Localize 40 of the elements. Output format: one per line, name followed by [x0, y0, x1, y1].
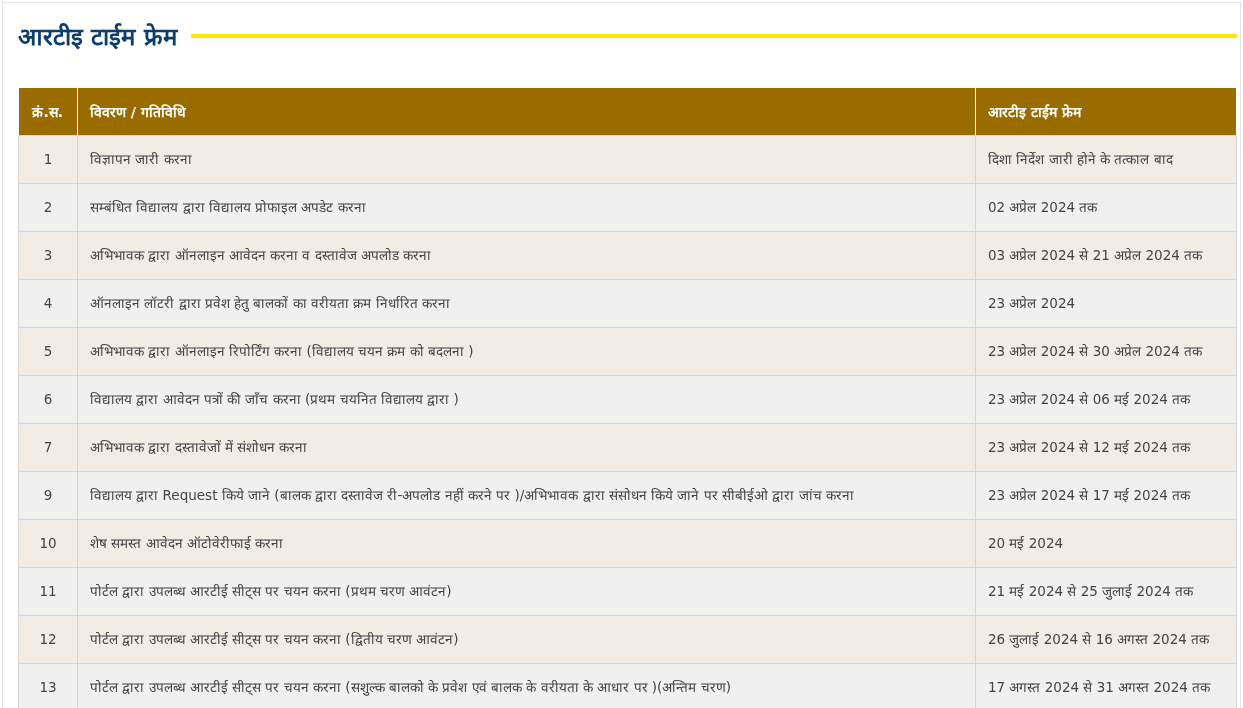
- column-header: क्रं.स.: [18, 88, 78, 136]
- table-cell: विद्यालय द्वारा Request किये जाने (बालक द्वारा दस्तावेज री-अपलोड नहीं करने पर )/अभिभावक द्वारा संसोधन किये जाने पर सीबीईओ द्वारा जांच करना: [77, 471, 976, 520]
- table-cell: 26 जुलाई 2024 से 16 अगस्त 2024 तक: [975, 615, 1237, 664]
- table-cell: पोर्टल द्वारा उपलब्ध आरटीई सीट्स पर चयन करना (प्रथम चरण आवंटन): [77, 567, 976, 616]
- table-cell: शेष समस्त आवेदन ऑटोवेरीफाई करना: [77, 519, 976, 568]
- table-cell: दिशा निर्देश जारी होने के तत्काल बाद: [975, 135, 1237, 184]
- table-cell: 6: [18, 375, 78, 424]
- table-cell: 9: [18, 471, 78, 520]
- table-cell: 23 अप्रेल 2024 से 06 मई 2024 तक: [975, 375, 1237, 424]
- page-title: आरटीइ टाईम फ्रेम: [18, 22, 177, 52]
- table-cell: 21 मई 2024 से 25 जुलाई 2024 तक: [975, 567, 1237, 616]
- table-cell: विज्ञापन जारी करना: [77, 135, 976, 184]
- table-cell: 11: [18, 567, 78, 616]
- table-cell: 4: [18, 279, 78, 328]
- table-cell: ऑनलाइन लॉटरी द्वारा प्रवेश हेतु बालकों का वरीयता क्रम निर्धारित करना: [77, 279, 976, 328]
- table-cell: पोर्टल द्वारा उपलब्ध आरटीई सीट्स पर चयन करना (द्वितीय चरण आवंटन): [77, 615, 976, 664]
- table-cell: 23 अप्रेल 2024 से 12 मई 2024 तक: [975, 423, 1237, 472]
- table-cell: विद्यालय द्वारा आवेदन पत्रों की जाँच करना (प्रथम चयनित विद्यालय द्वारा ): [77, 375, 976, 424]
- table-cell: 3: [18, 231, 78, 280]
- column-header: विवरण / गतिविधि: [77, 88, 976, 136]
- table-cell: 1: [18, 135, 78, 184]
- table-cell: 10: [18, 519, 78, 568]
- table-cell: 7: [18, 423, 78, 472]
- table-cell: 5: [18, 327, 78, 376]
- table-cell: पोर्टल द्वारा उपलब्ध आरटीई सीट्स पर चयन करना (सशुल्क बालको के प्रवेश एवं बालक के वरीयता के आधार पर )(अन्तिम चरण): [77, 663, 976, 708]
- table-cell: अभिभावक द्वारा दस्तावेजों में संशोधन करना: [77, 423, 976, 472]
- table-cell: 12: [18, 615, 78, 664]
- table-cell: 13: [18, 663, 78, 708]
- table-cell: 17 अगस्त 2024 से 31 अगस्त 2024 तक: [975, 663, 1237, 708]
- table-cell: 03 अप्रेल 2024 से 21 अप्रेल 2024 तक: [975, 231, 1237, 280]
- table-cell: सम्बंधित विद्यालय द्वारा विद्यालय प्रोफाइल अपडेट करना: [77, 183, 976, 232]
- table-cell: 23 अप्रेल 2024: [975, 279, 1237, 328]
- table-cell: 2: [18, 183, 78, 232]
- table-cell: 23 अप्रेल 2024 से 30 अप्रेल 2024 तक: [975, 327, 1237, 376]
- table-cell: 02 अप्रेल 2024 तक: [975, 183, 1237, 232]
- table-cell: 23 अप्रेल 2024 से 17 मई 2024 तक: [975, 471, 1237, 520]
- table-cell: अभिभावक द्वारा ऑनलाइन आवेदन करना व दस्तावेज अपलोड करना: [77, 231, 976, 280]
- table-cell: अभिभावक द्वारा ऑनलाइन रिपोर्टिंग करना (विद्यालय चयन क्रम को बदलना ): [77, 327, 976, 376]
- column-header: आरटीइ टाईम फ्रेम: [975, 88, 1237, 136]
- table-cell: 20 मई 2024: [975, 519, 1237, 568]
